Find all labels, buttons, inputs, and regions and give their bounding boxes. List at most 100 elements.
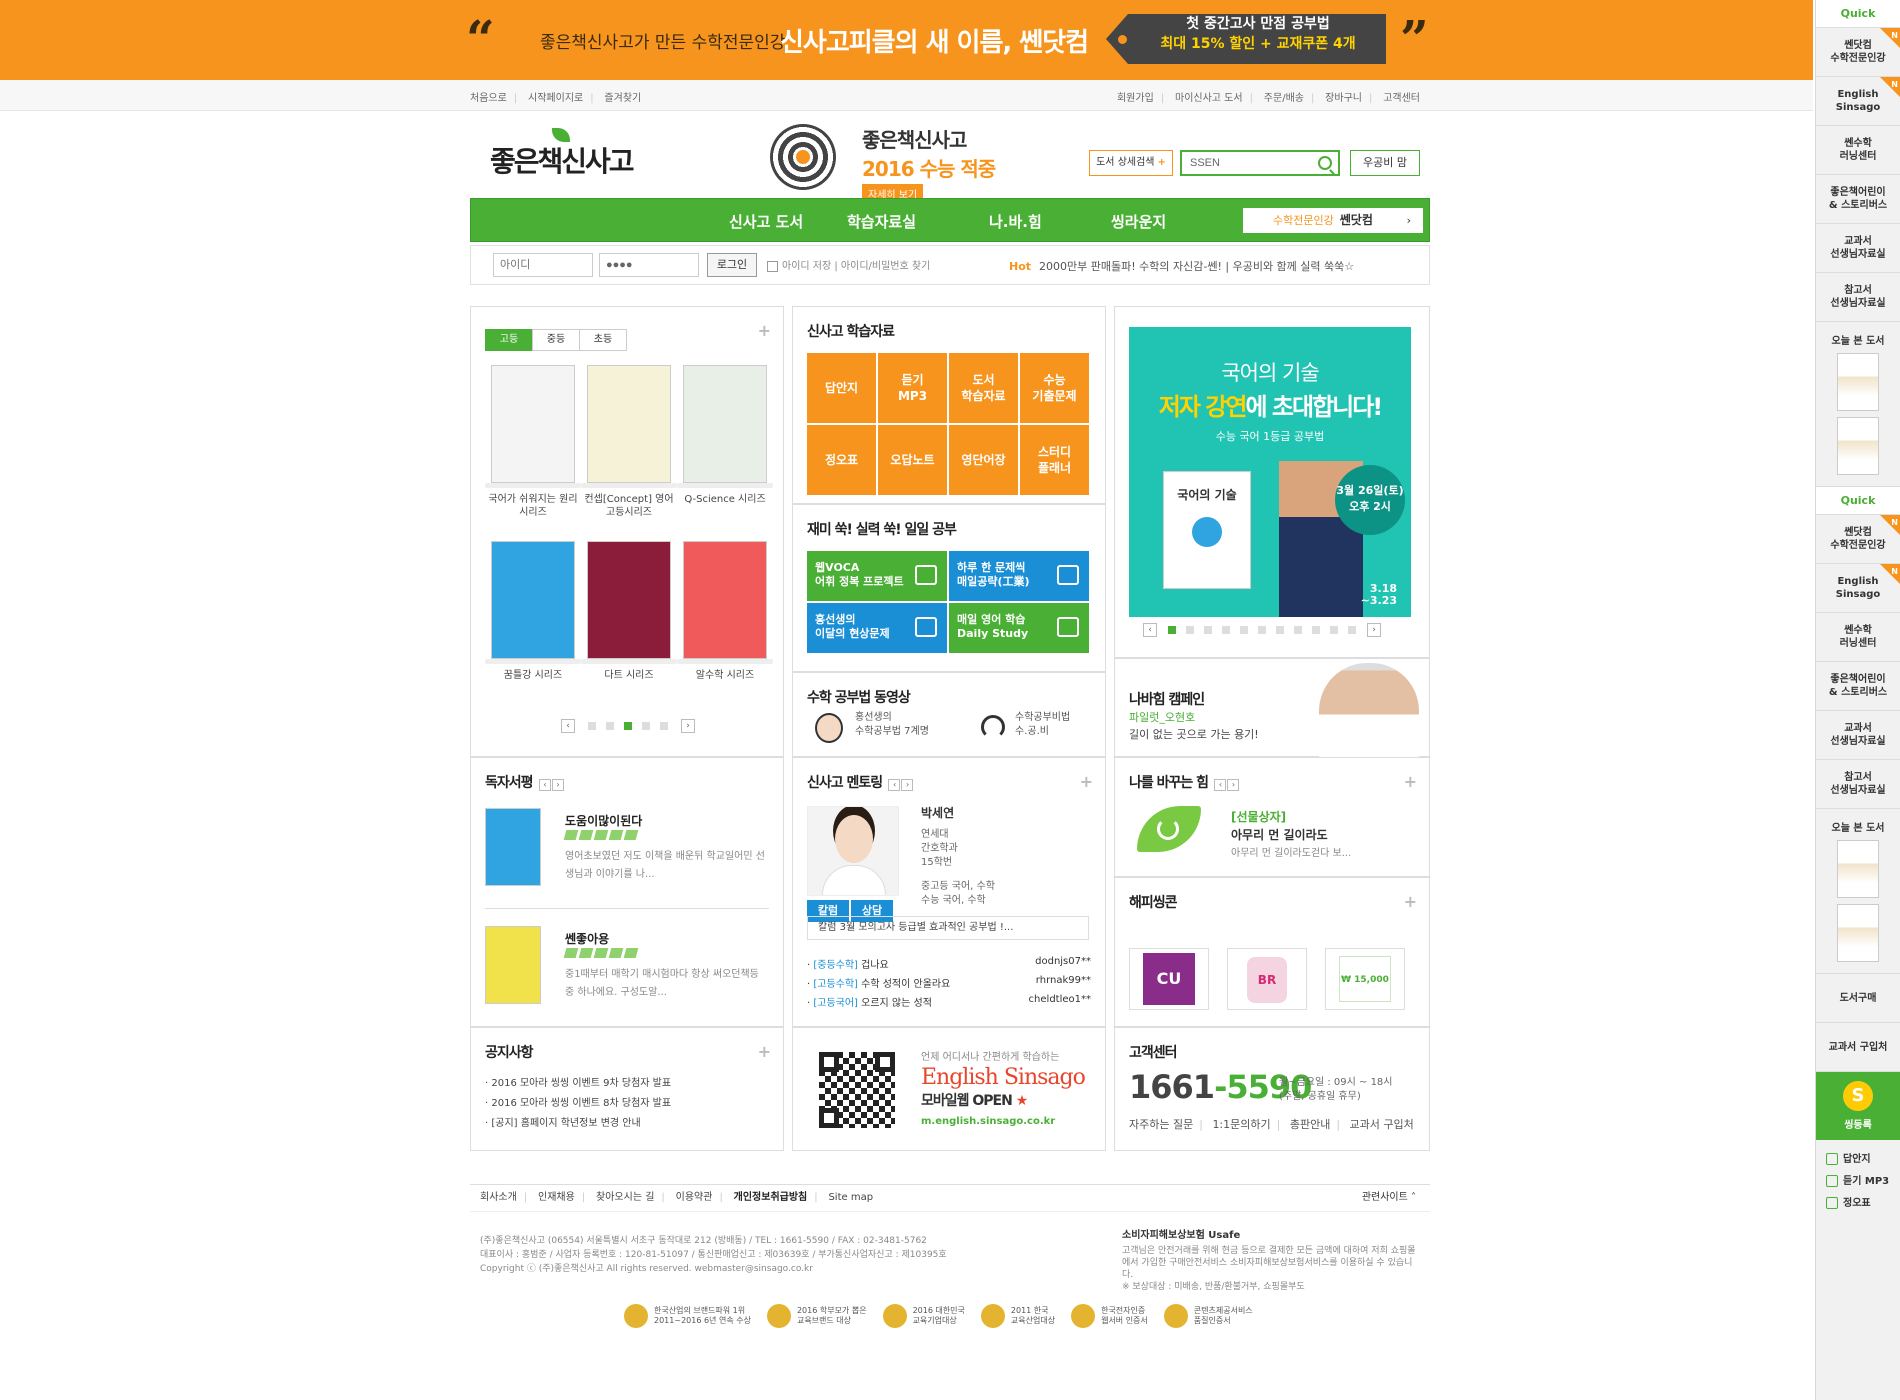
dealer-link[interactable]: 총판안내 — [1290, 1118, 1330, 1131]
book-item[interactable]: Q-Science 시리즈 — [677, 365, 773, 506]
next-icon[interactable]: › — [1367, 623, 1381, 637]
prev-icon[interactable]: ‹ — [888, 779, 901, 791]
login-button[interactable]: 로그인 — [707, 253, 757, 277]
book-item[interactable]: 알수학 시리즈 — [677, 541, 773, 682]
footer-jobs[interactable]: 인재채용 — [538, 1192, 575, 1203]
nav-books[interactable]: 신사고 도서 — [729, 211, 803, 232]
ssen-link[interactable]: 수학전문인강 쎈닷컴 › — [1243, 208, 1423, 233]
cu-coupon[interactable]: CU — [1129, 948, 1209, 1010]
quick-item[interactable]: 쎈수학 러닝센터 — [1816, 613, 1900, 662]
prev-icon[interactable]: ‹ — [538, 779, 551, 791]
qa-item[interactable]: · [고등수학] 수학 성적이 안올라요 rhrnak99** — [807, 975, 1097, 994]
notice-item[interactable]: · 2016 모아라 씽씽 이벤트 9차 당첨자 발표 — [485, 1074, 671, 1094]
save-id-checkbox[interactable]: 아이디 저장 | 아이디/비밀번호 찾기 — [767, 257, 930, 272]
footer-directions[interactable]: 찾아오시는 길 — [596, 1192, 654, 1203]
english-url[interactable]: m.english.sinsago.co.kr — [921, 1116, 1085, 1127]
footer-sitemap[interactable]: Site map — [828, 1192, 873, 1203]
footer-terms[interactable]: 이용약관 — [676, 1192, 713, 1203]
top-banner[interactable]: “ 좋은책신사고가 만든 수학전문인강 신사고피클의 새 이름, 쎈닷컴 첫 중… — [0, 0, 1813, 80]
quick-item[interactable]: 좋은책어린이 & 스토리버스 — [1816, 175, 1900, 224]
promo-box[interactable]: 첫 중간고사 만점 공부법 최대 15% 할인 + 교재쿠폰 4개 — [1106, 14, 1386, 64]
faq-link[interactable]: 자주하는 질문 — [1129, 1118, 1193, 1131]
power-head[interactable]: 아무리 먼 길이라도 — [1231, 826, 1328, 843]
buy-books-link[interactable]: 도서구매 — [1816, 974, 1900, 1023]
book-item[interactable]: 꿈틀강 시리즈 — [485, 541, 581, 682]
quick-item[interactable]: 교과서 선생님자료실 — [1816, 224, 1900, 273]
util-mybooks-link[interactable]: 마이신사고 도서 — [1175, 93, 1243, 104]
br-coupon[interactable]: BR — [1227, 948, 1307, 1010]
recent-book[interactable] — [1837, 840, 1879, 898]
prev-icon[interactable]: ‹ — [1214, 779, 1227, 791]
material-tile[interactable]: 스터디 플래너 — [1020, 425, 1089, 495]
quick-item[interactable]: 쎈닷컴 수학전문인강 N — [1816, 28, 1900, 77]
find-account-link[interactable]: 아이디/비밀번호 찾기 — [841, 261, 930, 272]
search-box[interactable] — [1180, 150, 1340, 176]
textbook-store-quick-link[interactable]: 교과서 구입처 — [1816, 1023, 1900, 1072]
notice-item[interactable]: · 2016 모아라 씽씽 이벤트 8차 당첨자 발표 — [485, 1094, 671, 1114]
util-bookmark-link[interactable]: 즐겨찾기 — [604, 93, 641, 104]
nav-lounge[interactable]: 씽라운지 — [1111, 211, 1166, 232]
plus-icon[interactable]: + — [1404, 892, 1417, 911]
next-icon[interactable]: › — [1227, 779, 1240, 791]
quick-item[interactable]: 참고서 선생님자료실 — [1816, 760, 1900, 809]
textbook-store-link[interactable]: 교과서 구입처 — [1350, 1118, 1414, 1131]
daily-tile[interactable]: 매일 영어 학습 Daily Study — [949, 603, 1089, 653]
video-b[interactable]: 수학공부비법 수.공.비 — [1015, 711, 1070, 739]
video-a[interactable]: 홍선생의 수학공부법 7계명 — [855, 711, 929, 739]
search-input[interactable] — [1182, 152, 1302, 174]
util-home-link[interactable]: 처음으로 — [470, 93, 507, 104]
nav-materials[interactable]: 학습자료실 — [847, 211, 916, 232]
notice-item[interactable]: · [공지] 홈페이지 학년정보 변경 안내 — [485, 1114, 671, 1134]
quick-item[interactable]: 쎈닷컴 수학전문인강 N — [1816, 515, 1900, 564]
plus-icon[interactable]: + — [1404, 772, 1417, 791]
id-field[interactable] — [493, 253, 593, 277]
book-item[interactable]: 다트 시리즈 — [581, 541, 677, 682]
recent-book[interactable] — [1837, 904, 1879, 962]
quick-link[interactable]: 듣기 MP3 — [1826, 1172, 1900, 1194]
material-tile[interactable]: 도서 학습자료 — [949, 353, 1018, 423]
workbook-button[interactable]: 우공비 맘 — [1350, 150, 1420, 176]
daily-tile[interactable]: 하루 한 문제씩 매일공략(工業) — [949, 551, 1089, 601]
next-icon[interactable]: › — [901, 779, 914, 791]
quick-link[interactable]: 답안지 — [1826, 1150, 1900, 1172]
quick-item[interactable]: English Sinsago N — [1816, 564, 1900, 613]
nav-nabahim[interactable]: 나.바.힘 — [989, 211, 1042, 232]
tab-elementary[interactable]: 초등 — [579, 329, 627, 351]
next-icon[interactable]: › — [551, 779, 564, 791]
detail-search-button[interactable]: 도서 상세검색 + — [1089, 150, 1173, 176]
quick-item[interactable]: 참고서 선생님자료실 — [1816, 273, 1900, 322]
util-startpage-link[interactable]: 시작페이지로 — [528, 93, 583, 104]
footer-privacy[interactable]: 개인정보취급방침 — [734, 1192, 808, 1203]
material-tile[interactable]: 정오표 — [807, 425, 876, 495]
quick-item[interactable]: 교과서 선생님자료실 — [1816, 711, 1900, 760]
site-logo[interactable]: 좋은책신사고 — [490, 128, 635, 180]
quick-item[interactable]: English Sinsago N — [1816, 77, 1900, 126]
material-tile[interactable]: 답안지 — [807, 353, 876, 423]
password-field[interactable] — [599, 253, 699, 277]
recent-book[interactable] — [1837, 417, 1879, 475]
material-tile[interactable]: 영단어장 — [949, 425, 1018, 495]
daily-tile[interactable]: 웹VOCA 어휘 정복 프로젝트 — [807, 551, 947, 601]
daily-tile[interactable]: 홍선생의 이달의 현상문제 — [807, 603, 947, 653]
material-tile[interactable]: 수능 기출문제 — [1020, 353, 1089, 423]
related-sites-select[interactable]: 관련사이트 ˄ — [1362, 1185, 1416, 1211]
material-tile[interactable]: 듣기 MP3 — [878, 353, 947, 423]
csat-banner[interactable]: 좋은책신사고 2016 수능 적중 자세히 보기 — [862, 124, 996, 203]
util-cart-link[interactable]: 장바구니 — [1325, 93, 1362, 104]
plus-icon[interactable]: + — [1080, 772, 1093, 791]
english-panel[interactable]: 언제 어디서나 간편하게 학습하는 English Sinsago 모바일웹 O… — [792, 1027, 1106, 1151]
plus-icon[interactable]: + — [758, 321, 771, 340]
tab-middle[interactable]: 중등 — [532, 329, 580, 351]
qa-item[interactable]: · [중등수학] 겁나요 dodnjs07** — [807, 956, 1097, 975]
qa-item[interactable]: · [고등국어] 오르지 않는 성적 cheldtleo1** — [807, 994, 1097, 1013]
quick-item[interactable]: 좋은책어린이 & 스토리버스 — [1816, 662, 1900, 711]
prev-icon[interactable]: ‹ — [561, 719, 575, 733]
campaign-panel[interactable]: 나바힘 캠페인 파일럿_오현호 길이 없는 곳으로 가는 용기! — [1114, 658, 1430, 757]
search-icon[interactable] — [1318, 156, 1332, 170]
util-order-link[interactable]: 주문/배송 — [1264, 93, 1304, 104]
inquiry-link[interactable]: 1:1문의하기 — [1212, 1118, 1270, 1131]
plus-icon[interactable]: + — [758, 1042, 771, 1061]
event-banner[interactable]: 국어의 기술 저자 강연에 초대합니다! 수능 국어 1등급 공부법 국어의 기… — [1129, 327, 1411, 617]
hot-news[interactable]: Hot 2000만부 판매돌파! 수학의 자신감-쎈! | 우공비와 함께 실력 … — [1009, 258, 1354, 274]
quick-item[interactable]: 쎈수학 러닝센터 — [1816, 126, 1900, 175]
